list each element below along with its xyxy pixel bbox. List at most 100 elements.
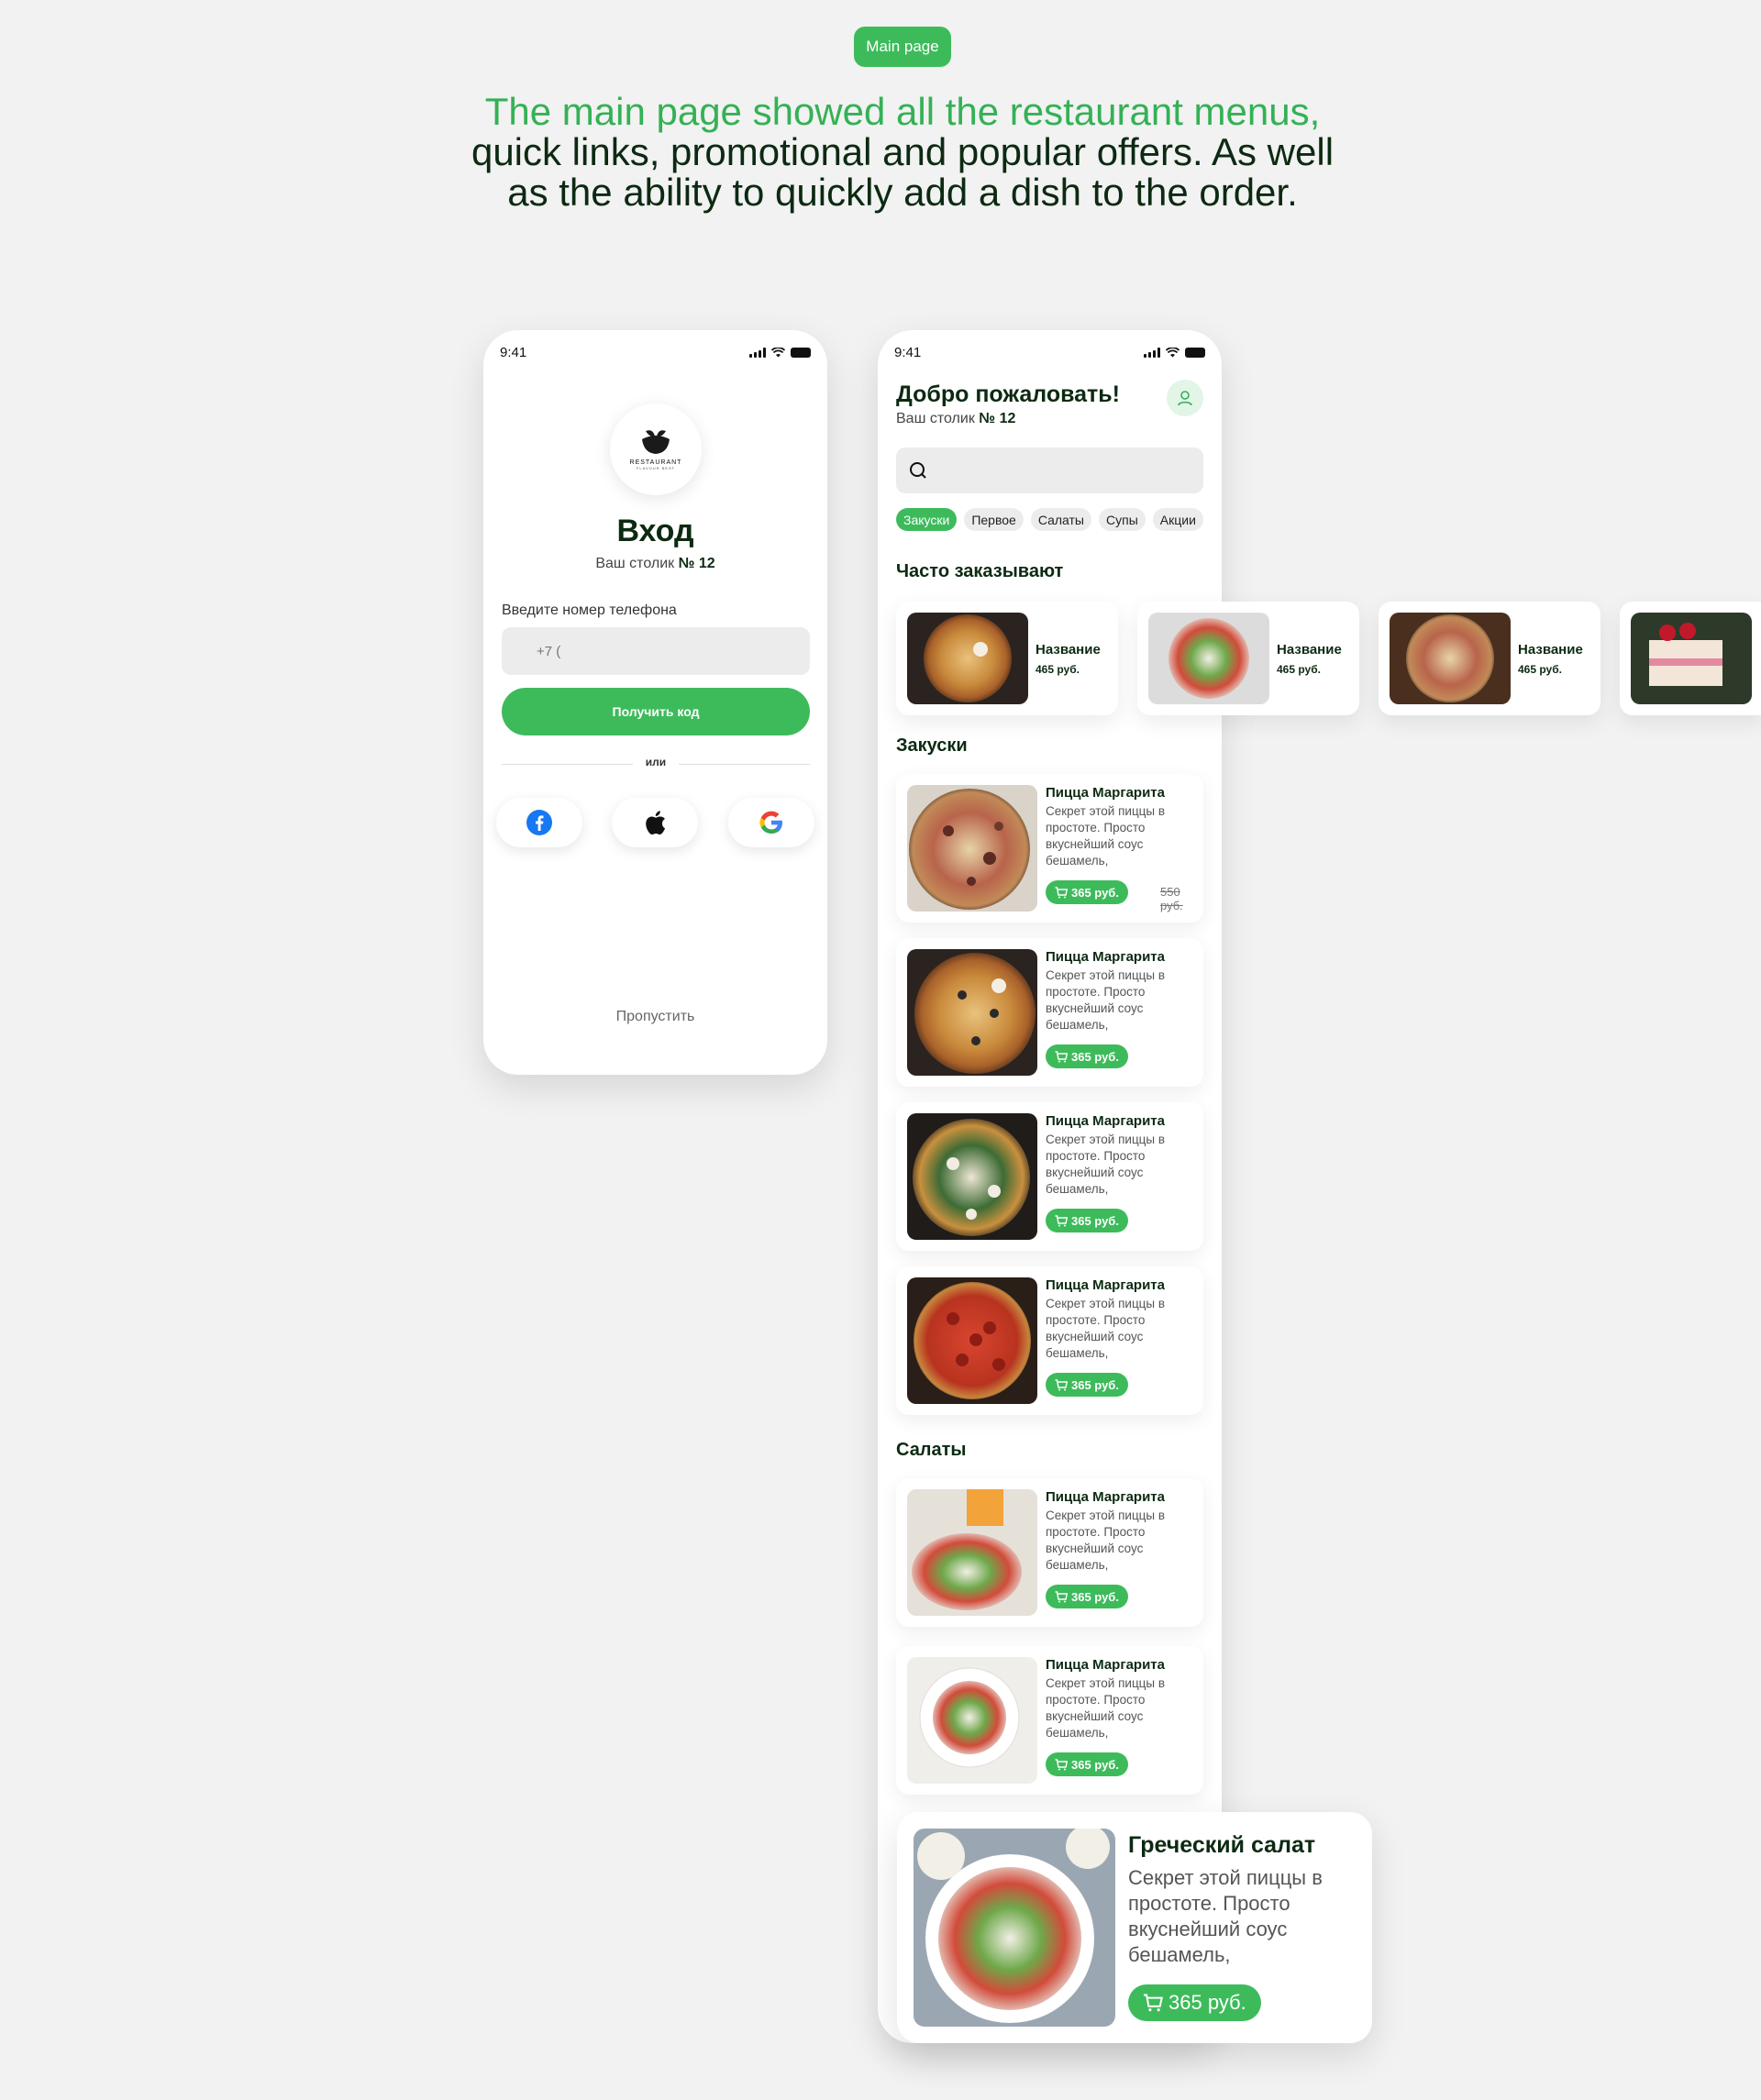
cart-icon: [1055, 1758, 1068, 1770]
facebook-icon: [526, 810, 552, 835]
dish-description: Секрет этой пиццы в простоте. Просто вку…: [1046, 968, 1166, 1032]
battery-icon: [1185, 347, 1205, 358]
headline-line-1: The main page showed all the restaurant …: [484, 90, 1321, 133]
table-number: Ваш столик № 12: [896, 411, 1016, 426]
search-bar[interactable]: [896, 448, 1203, 493]
category-chips: Закуски Первое Салаты Супы Акции: [896, 508, 1203, 531]
dish-card[interactable]: Пицца Маргарита Секрет этой пиццы в прос…: [896, 1646, 1203, 1795]
salads-section-title: Салаты: [896, 1440, 967, 1460]
status-icons: [749, 347, 811, 358]
get-code-button[interactable]: Получить код: [502, 688, 810, 735]
cart-icon: [1055, 1214, 1068, 1226]
status-bar: 9:41: [894, 343, 1205, 361]
facebook-login-button[interactable]: [496, 798, 582, 847]
status-icons: [1144, 347, 1205, 358]
dish-image: [907, 1113, 1037, 1240]
main-screen: 9:41 Добро пожаловать! Ваш столик № 12 З…: [878, 330, 1222, 2043]
skip-link[interactable]: Пропустить: [483, 1009, 827, 1025]
dish-card[interactable]: Пицца Маргарита Секрет этой пиццы в прос…: [896, 938, 1203, 1087]
apple-login-button[interactable]: [612, 798, 698, 847]
or-text: или: [633, 756, 679, 768]
cart-icon: [1055, 1050, 1068, 1062]
popular-card[interactable]: Название 465 руб.: [1137, 602, 1359, 715]
dish-image: [907, 1489, 1037, 1616]
bowl-icon: [642, 430, 670, 454]
featured-dish-card[interactable]: Греческий салат Секрет этой пиццы в прос…: [897, 1812, 1372, 2043]
profile-button[interactable]: [1167, 380, 1203, 416]
greeting-title: Добро пожаловать!: [896, 381, 1120, 407]
featured-dish-image: [914, 1829, 1115, 2027]
featured-dish-name: Греческий салат: [1128, 1832, 1316, 1858]
google-login-button[interactable]: [728, 798, 814, 847]
apple-icon: [646, 811, 665, 835]
search-icon: [910, 462, 926, 479]
snacks-section-title: Закуски: [896, 735, 968, 756]
dish-image: [907, 949, 1037, 1076]
dish-image: [907, 1277, 1037, 1404]
dish-name: Пицца Маргарита: [1046, 949, 1165, 965]
dish-card[interactable]: Пицца Маргарита Секрет этой пиццы в прос…: [896, 1478, 1203, 1627]
chip-promos[interactable]: Акции: [1152, 508, 1203, 531]
dish-image: [907, 785, 1037, 912]
add-to-cart-button[interactable]: 365 руб.: [1046, 1752, 1128, 1776]
popular-section-title: Часто заказывают: [896, 561, 1064, 581]
headline-line-3: as the ability to quickly add a dish to …: [507, 171, 1298, 214]
logo-text: RESTAURANT: [629, 459, 682, 466]
dish-image: [907, 1657, 1037, 1784]
popular-card[interactable]: Название 465 руб.: [1379, 602, 1600, 715]
popular-image: [907, 613, 1028, 704]
chip-snacks[interactable]: Закуски: [896, 508, 958, 531]
chip-first[interactable]: Первое: [964, 508, 1024, 531]
signal-icon: [749, 347, 766, 358]
headline: The main page showed all the restaurant …: [330, 92, 1475, 213]
add-to-cart-button[interactable]: 365 руб.: [1046, 1044, 1128, 1068]
headline-line-2: quick links, promotional and popular off…: [471, 130, 1335, 173]
dish-description: Секрет этой пиццы в простоте. Просто вку…: [1046, 1133, 1166, 1196]
dish-name: Пицца Маргарита: [1046, 785, 1165, 801]
dish-description: Секрет этой пиццы в простоте. Просто вку…: [1046, 1676, 1166, 1740]
dish-name: Пицца Маргарита: [1046, 1489, 1165, 1505]
dish-description: Секрет этой пиццы в простоте. Просто вку…: [1046, 1297, 1166, 1360]
popular-card[interactable]: [1620, 602, 1761, 715]
featured-add-to-cart-button[interactable]: 365 руб.: [1128, 1984, 1261, 2021]
login-title: Вход: [616, 514, 694, 548]
dish-name: Пицца Маргарита: [1046, 1113, 1165, 1129]
chip-soups[interactable]: Супы: [1099, 508, 1146, 531]
signal-icon: [1144, 347, 1160, 358]
google-icon: [759, 811, 782, 834]
add-to-cart-button[interactable]: 365 руб.: [1046, 1373, 1128, 1397]
popular-card[interactable]: Название 465 руб.: [896, 602, 1118, 715]
add-to-cart-button[interactable]: 365 руб.: [1046, 880, 1128, 904]
popular-image: [1148, 613, 1269, 704]
add-to-cart-button[interactable]: 365 руб.: [1046, 1209, 1128, 1232]
phone-input[interactable]: [502, 627, 810, 675]
popular-info: Название 465 руб.: [1277, 641, 1342, 676]
dish-card[interactable]: Пицца Маргарита Секрет этой пиццы в прос…: [896, 774, 1203, 923]
wifi-icon: [1166, 347, 1180, 357]
popular-info: Название 465 руб.: [1036, 641, 1101, 676]
logo-subtext: FLAVOUR BEST: [636, 466, 676, 470]
add-to-cart-button[interactable]: 365 руб.: [1046, 1585, 1128, 1608]
status-bar: 9:41: [500, 343, 811, 361]
dish-description: Секрет этой пиццы в простоте. Просто вку…: [1046, 804, 1166, 868]
restaurant-logo: RESTAURANT FLAVOUR BEST: [610, 403, 702, 495]
table-number: Ваш столик № 12: [595, 556, 715, 571]
status-time: 9:41: [894, 344, 922, 360]
chip-salads[interactable]: Салаты: [1030, 508, 1091, 531]
cart-icon: [1055, 1378, 1068, 1390]
battery-icon: [791, 347, 811, 358]
dish-description: Секрет этой пиццы в простоте. Просто вку…: [1046, 1509, 1166, 1572]
cart-icon: [1055, 1590, 1068, 1602]
login-screen: 9:41 RESTAURANT FLAVOUR BEST Вход Ваш ст…: [483, 330, 827, 1075]
popular-info: Название 465 руб.: [1518, 641, 1583, 676]
dish-card[interactable]: Пицца Маргарита Секрет этой пиццы в прос…: [896, 1102, 1203, 1251]
status-time: 9:41: [500, 344, 527, 360]
cart-icon: [1144, 1994, 1163, 2012]
featured-dish-description: Секрет этой пиццы в простоте. Просто вку…: [1128, 1866, 1323, 1966]
popular-image: [1390, 613, 1511, 704]
wifi-icon: [771, 347, 785, 357]
dish-name: Пицца Маргарита: [1046, 1657, 1165, 1673]
search-input[interactable]: [936, 448, 1203, 493]
dish-card[interactable]: Пицца Маргарита Секрет этой пиццы в прос…: [896, 1266, 1203, 1415]
popular-image: [1631, 613, 1752, 704]
